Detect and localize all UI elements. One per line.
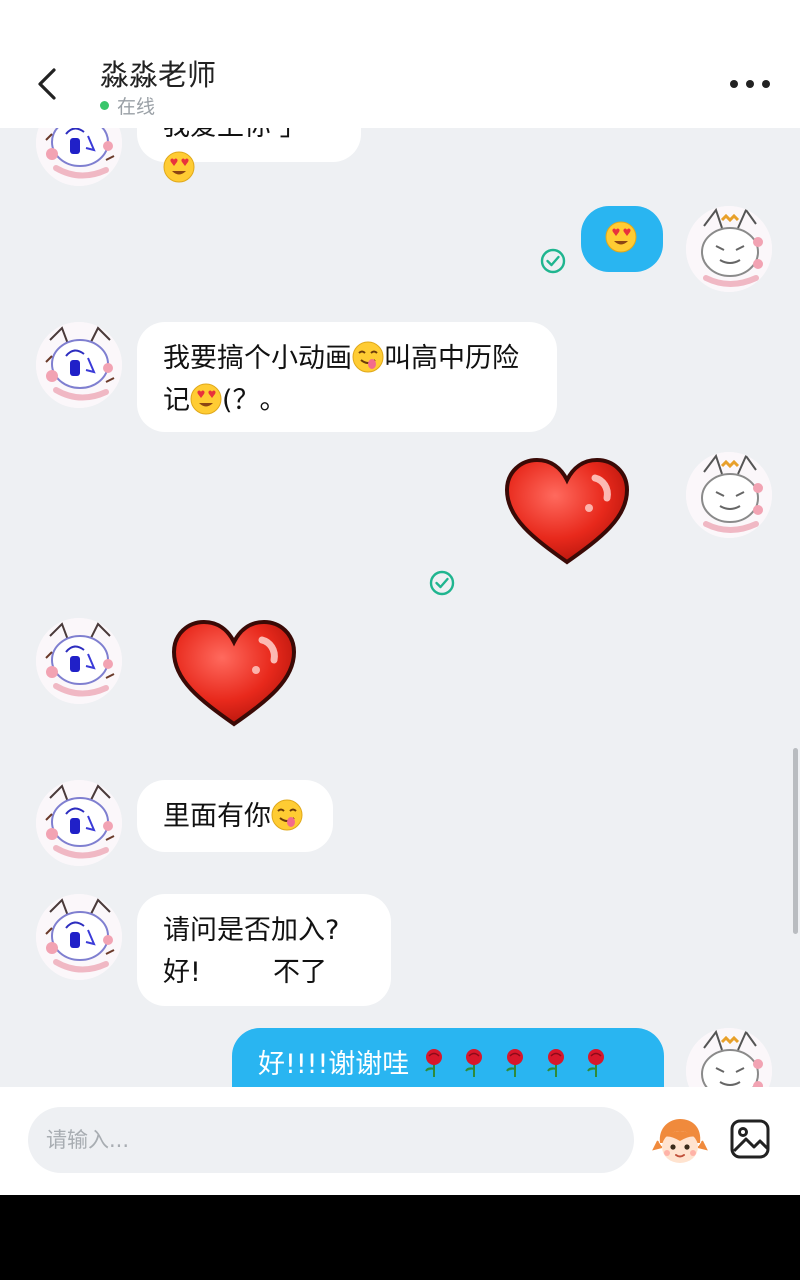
cat-avatar-icon xyxy=(686,1028,772,1087)
message-bubble-outgoing[interactable] xyxy=(581,206,663,272)
message-text: 叫高中历险 xyxy=(384,343,519,374)
contact-avatar[interactable] xyxy=(36,322,122,408)
my-avatar[interactable] xyxy=(686,206,772,292)
my-avatar[interactable] xyxy=(686,452,772,538)
rose-emoji-icon xyxy=(587,1048,606,1078)
message-bubble-incoming[interactable]: 里面有你 xyxy=(137,780,333,852)
heart-sticker-icon[interactable] xyxy=(503,458,631,566)
rose-emoji-icon xyxy=(424,1048,443,1078)
cat-avatar-icon xyxy=(36,894,122,980)
contact-avatar[interactable] xyxy=(36,618,122,704)
message-text: 里面有你 xyxy=(163,801,271,832)
yum-emoji-icon xyxy=(352,341,384,373)
message-text: 请问是否加入? xyxy=(163,915,340,946)
rose-emoji-icon xyxy=(465,1048,484,1078)
option-no[interactable]: 不了 xyxy=(273,957,327,988)
scrollbar[interactable] xyxy=(793,748,798,934)
message-text: 好!!!!谢谢哇 xyxy=(258,1049,410,1080)
rose-emoji-icon xyxy=(546,1048,565,1078)
chat-screen: 我爱上你 」 我要搞个小动画叫高中历险 记(？。 xyxy=(0,0,800,1195)
cat-avatar-icon xyxy=(36,780,122,866)
input-bar xyxy=(0,1087,800,1195)
sticker-face-icon[interactable] xyxy=(652,1113,708,1169)
cat-avatar-icon xyxy=(686,452,772,538)
message-bubble-incoming[interactable]: 我要搞个小动画 叫高中历险 记 (？。 xyxy=(137,322,557,432)
message-list[interactable]: 我爱上你 」 我要搞个小动画叫高中历险 记(？。 xyxy=(0,0,800,1087)
check-circle-icon xyxy=(540,248,566,274)
cat-avatar-icon xyxy=(686,206,772,292)
message-bubble-incoming[interactable]: 请问是否加入? 好! 不了 xyxy=(137,894,391,1006)
heart-eyes-emoji-icon xyxy=(605,221,637,253)
image-icon[interactable] xyxy=(728,1117,772,1161)
rose-emoji-icon xyxy=(506,1048,525,1078)
contact-avatar[interactable] xyxy=(36,780,122,866)
system-nav-area xyxy=(0,1195,800,1280)
more-dots-icon[interactable] xyxy=(730,80,770,92)
cat-avatar-icon xyxy=(36,618,122,704)
heart-eyes-emoji-icon xyxy=(163,151,195,183)
message-input[interactable] xyxy=(28,1107,634,1173)
message-text: 我要搞个小动画 xyxy=(163,343,352,374)
message-text: 记 xyxy=(163,385,190,416)
online-status: 在线 xyxy=(100,92,155,119)
cat-avatar-icon xyxy=(36,322,122,408)
option-yes[interactable]: 好! xyxy=(163,952,273,994)
contact-avatar[interactable] xyxy=(36,894,122,980)
chevron-left-icon[interactable] xyxy=(30,64,66,104)
check-circle-icon xyxy=(429,570,455,596)
my-avatar[interactable] xyxy=(686,1028,772,1087)
online-dot-icon xyxy=(100,101,109,110)
message-text: (？。 xyxy=(222,385,287,416)
heart-eyes-emoji-icon xyxy=(190,383,222,415)
yum-emoji-icon xyxy=(271,799,303,831)
heart-sticker-icon[interactable] xyxy=(170,620,298,728)
contact-name: 淼淼老师 xyxy=(100,58,217,92)
chat-header: 淼淼老师 在线 xyxy=(0,0,800,128)
status-text: 在线 xyxy=(117,96,156,118)
message-bubble-outgoing[interactable]: 好!!!!谢谢哇 xyxy=(232,1028,664,1087)
